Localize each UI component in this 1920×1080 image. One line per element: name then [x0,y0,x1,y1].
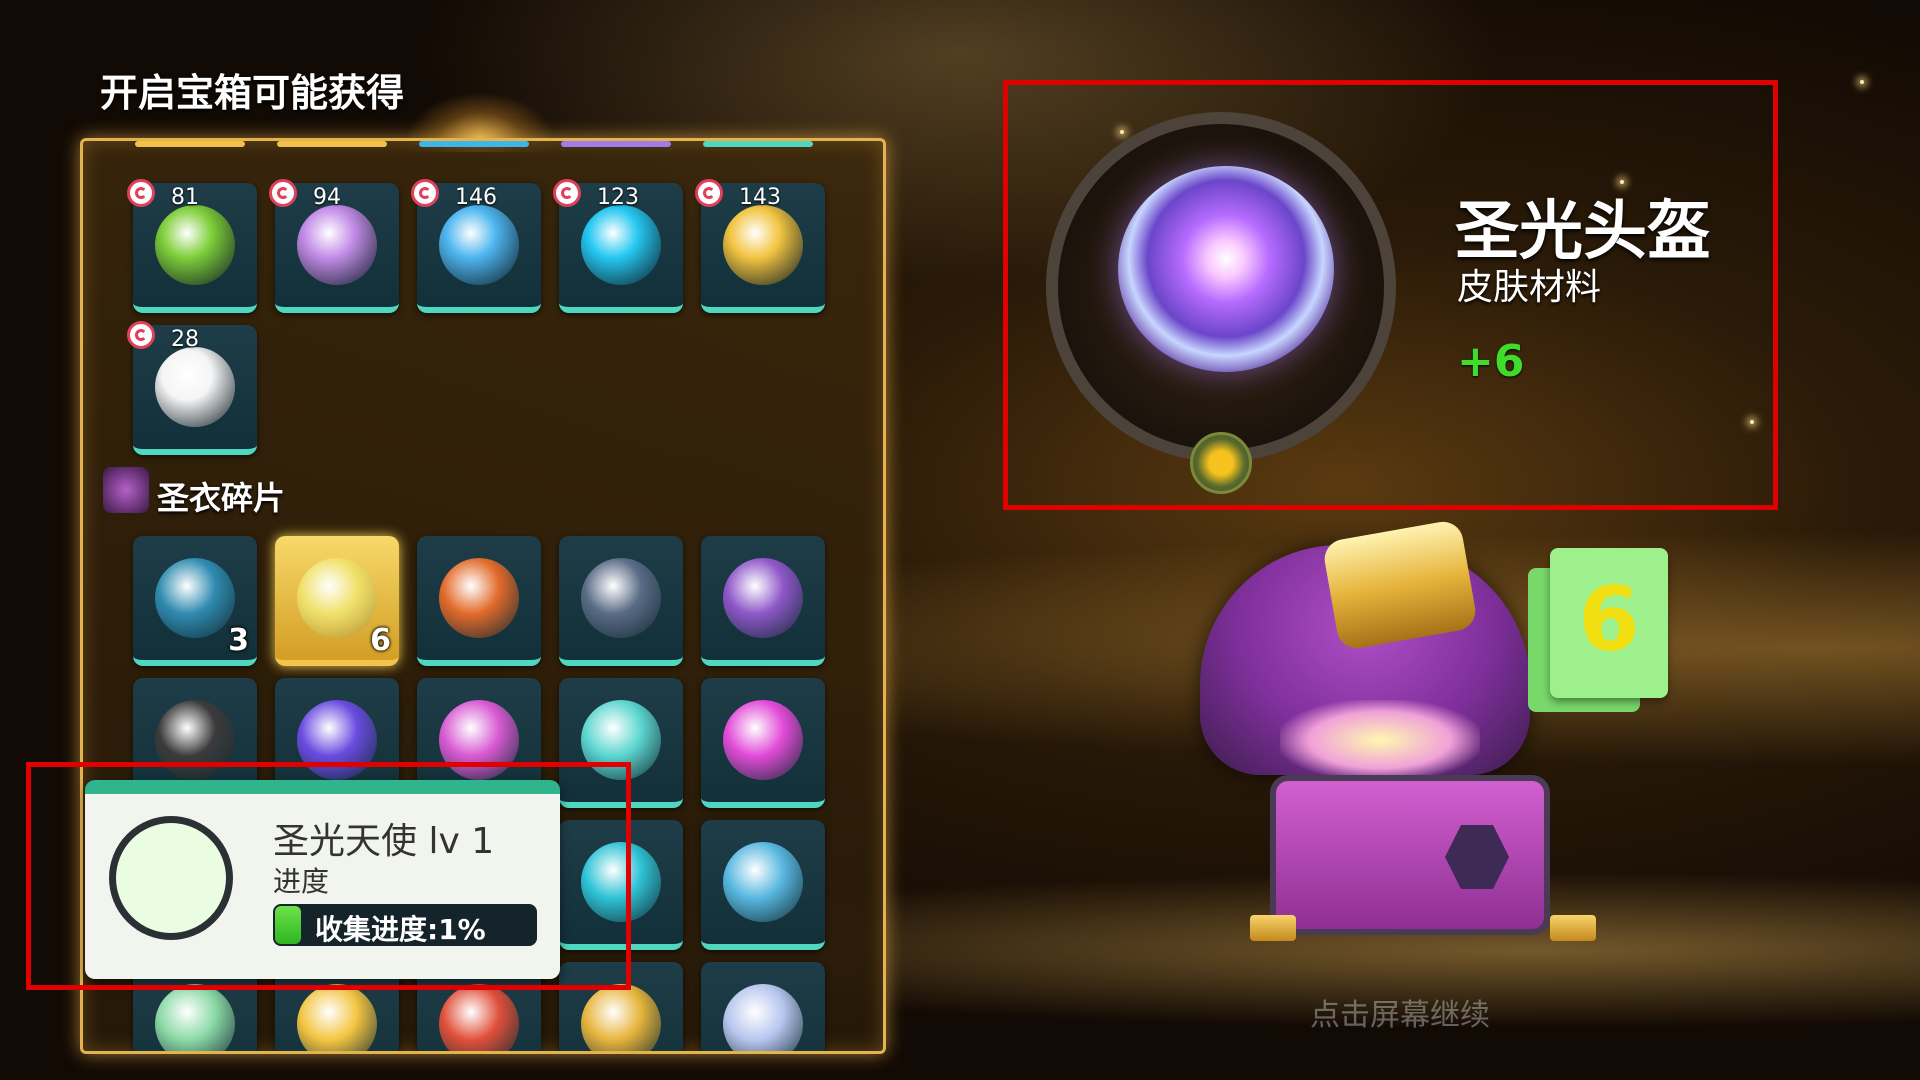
fragment-cell[interactable]: 6 [275,536,399,666]
collection-progress-card: 圣光天使 lv 1 进度 收集进度:1% [85,780,560,979]
sparkle [1120,130,1124,134]
fragment-cell[interactable] [701,536,825,666]
fragment-cell[interactable] [417,536,541,666]
fragment-quantity: 6 [370,623,391,658]
silver-ring-icon [723,984,803,1051]
progress-bar: 收集进度:1% [273,904,537,946]
fragment-cell[interactable] [701,962,825,1051]
rainbow-orb-icon [155,984,235,1051]
magenta-orb-icon [723,700,803,780]
hex-sphere-icon [155,558,235,638]
golden-sword-icon [723,205,803,285]
category-tab-gold-2[interactable] [277,141,387,147]
item-count: 81 [171,185,199,210]
reward-item-cell[interactable]: 81 [127,179,257,313]
progress-subtitle: 进度 [273,865,330,898]
holy-helmet-icon [1118,166,1334,372]
item-count: 28 [171,327,199,352]
reward-item-cell[interactable]: 143 [695,179,825,313]
holy-helmet-fragment-icon [297,558,377,638]
reward-count-card: 6 [1550,548,1668,698]
reward-item-cell[interactable]: 28 [127,321,257,455]
sparkle [1750,420,1754,424]
fragment-section-label: 圣衣碎片 [103,467,286,519]
reward-item-type: 皮肤材料 [1457,267,1602,308]
dark-bubble-icon [581,558,661,638]
progress-title: 圣光天使 lv 1 [273,821,495,862]
candy-swirl-icon [127,179,155,207]
white-fox-mask-icon [155,347,235,427]
progress-ring [109,816,233,940]
item-count: 123 [597,185,639,210]
category-tab-teal[interactable] [703,141,813,147]
chest-foot [1250,915,1296,941]
reward-item-cell[interactable]: 94 [269,179,399,313]
pink-orange-orb-icon [439,700,519,780]
tap-to-continue-hint[interactable]: 点击屏幕继续 [1310,990,1490,1034]
category-tab-gold[interactable] [135,141,245,147]
chest-foot [1550,915,1596,941]
puzzle-piece-icon [1190,432,1252,494]
candy-swirl-icon [269,179,297,207]
fragment-cell[interactable] [701,678,825,808]
green-swirl-orb-icon [155,205,235,285]
reward-item-cell[interactable]: 123 [553,179,683,313]
reward-count-number: 6 [1578,568,1640,671]
red-bow-icon [439,984,519,1051]
fox-mask-dark-icon [155,700,235,780]
item-count: 143 [739,185,781,210]
fragment-cell[interactable] [559,820,683,950]
section-label-text: 圣衣碎片 [157,479,286,517]
progress-bar-text: 收集进度:1% [315,913,486,946]
violet-orb-icon [297,700,377,780]
purple-lightning-orb-icon [297,205,377,285]
category-tab-blue[interactable] [419,141,529,147]
progress-bar-fill [275,906,301,944]
teal-glow-orb-icon [581,842,661,922]
item-count: 146 [455,185,497,210]
blue-bubble-orb-icon [439,205,519,285]
fragment-cell[interactable] [559,678,683,808]
fragment-cell[interactable] [559,962,683,1051]
fragment-cell[interactable] [701,820,825,950]
fragment-cell[interactable]: 3 [133,536,257,666]
purple-cat-head-icon [723,558,803,638]
cyan-ring-orb-icon [581,205,661,285]
candy-swirl-icon [553,179,581,207]
candy-swirl-icon [411,179,439,207]
gold-star-orb-icon [297,984,377,1051]
aqua-orb-icon [723,842,803,922]
fragment-cell[interactable] [559,536,683,666]
reward-item-amount: +6 [1457,336,1525,387]
reward-item-cell[interactable]: 146 [411,179,541,313]
candy-swirl-icon [695,179,723,207]
sparkle [1860,80,1864,84]
item-count: 94 [313,185,341,210]
flame-fragment-icon [439,558,519,638]
fragment-quantity: 3 [228,623,249,658]
panel-title: 开启宝箱可能获得 [100,71,405,115]
golden-harp-icon [581,984,661,1051]
category-tab-purple[interactable] [561,141,671,147]
candy-swirl-icon [127,321,155,349]
pastel-orb-icon [581,700,661,780]
chest-inner-glow [1280,700,1480,780]
armor-fragment-icon [103,467,149,513]
